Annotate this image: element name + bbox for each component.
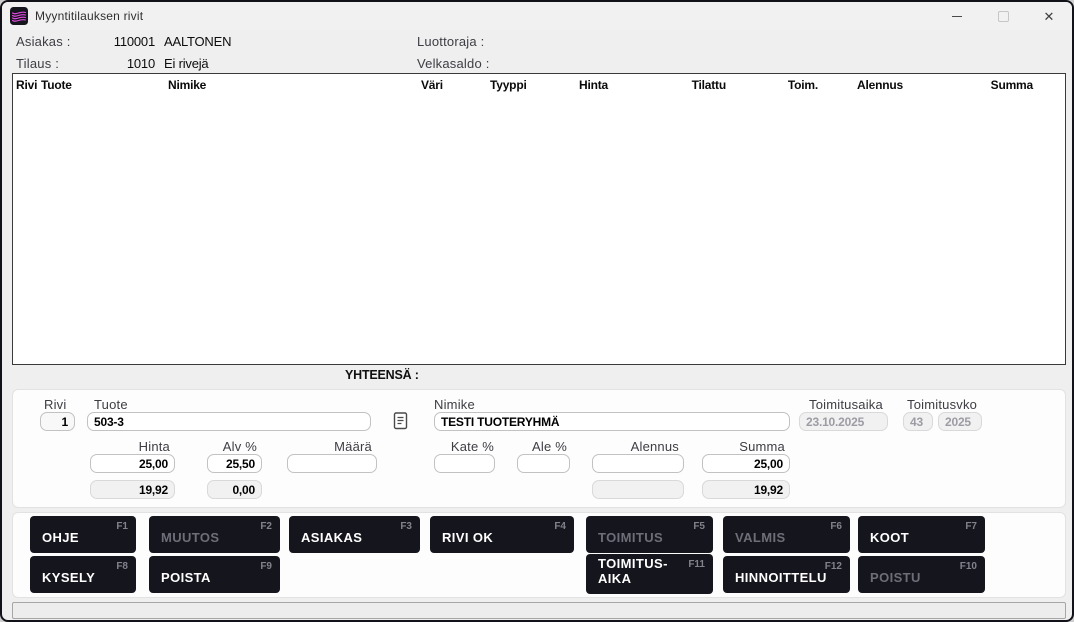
col-tyyppi: Tyyppi: [490, 78, 527, 92]
alennus-label: Alennus: [592, 439, 684, 454]
valmis-button[interactable]: VALMISF6: [723, 516, 850, 553]
tuote-label: Tuote: [94, 397, 128, 412]
maximize-button[interactable]: [980, 2, 1026, 30]
rivi-label: Rivi: [44, 397, 66, 412]
col-tuote: Tuote: [41, 78, 72, 92]
ale-label: Ale %: [507, 439, 572, 454]
asiakas-button[interactable]: ASIAKASF3: [289, 516, 420, 553]
toimitusvko-week-field[interactable]: 43: [903, 412, 933, 431]
maara-field[interactable]: [287, 454, 377, 473]
col-tilattu: Tilattu: [641, 78, 726, 92]
close-button[interactable]: ✕: [1026, 2, 1072, 30]
ohje-button[interactable]: OHJEF1: [30, 516, 136, 553]
toimitusvko-year-field[interactable]: 2025: [938, 412, 982, 431]
order-lines-table: Rivi Tuote Nimike Väri Tyyppi Hinta Tila…: [12, 73, 1066, 365]
credit-limit-label: Luottoraja :: [417, 34, 484, 49]
toimitusaika-label: Toimitusaika: [809, 397, 883, 412]
close-icon: ✕: [1044, 10, 1055, 23]
hinnoittelu-button[interactable]: HINNOITTELUF12: [723, 556, 850, 593]
app-logo-icon: [10, 7, 28, 25]
toimitus-button[interactable]: TOIMITUSF5: [586, 516, 713, 553]
maara-label: Määrä: [287, 439, 377, 454]
hinta-label: Hinta: [90, 439, 175, 454]
rivi-field[interactable]: 1: [40, 412, 75, 431]
summa-field[interactable]: 25,00: [702, 454, 790, 473]
alennus-field[interactable]: [592, 454, 684, 473]
muutos-button[interactable]: MUUTOSF2: [149, 516, 280, 553]
debt-balance-label: Velkasaldo :: [417, 56, 490, 71]
col-nimike: Nimike: [168, 78, 206, 92]
kate-label: Kate %: [424, 439, 499, 454]
col-vari: Väri: [421, 78, 443, 92]
col-alennus: Alennus: [818, 78, 903, 92]
toimitusaika-field[interactable]: 23.10.2025: [799, 412, 888, 431]
rivi-ok-button[interactable]: RIVI OKF4: [430, 516, 574, 553]
col-toim: Toim.: [733, 78, 818, 92]
titlebar: Myyntitilauksen rivit ✕: [2, 2, 1072, 30]
alv-label: Alv %: [187, 439, 262, 454]
col-summa: Summa: [948, 78, 1033, 92]
total-label: YHTEENSÄ :: [345, 368, 419, 382]
summa-net-field: 19,92: [702, 480, 790, 499]
nimike-field[interactable]: TESTI TUOTERYHMÄ: [434, 412, 790, 431]
customer-number: 110001: [87, 34, 155, 49]
alennus-net-field: [592, 480, 684, 499]
toimitusvko-label: Toimitusvko: [907, 397, 977, 412]
order-status-text: Ei rivejä: [164, 56, 208, 71]
koot-button[interactable]: KOOTF7: [858, 516, 985, 553]
toimitusaika-button[interactable]: TOIMITUS-AIKAF11: [586, 554, 713, 594]
kate-field[interactable]: [434, 454, 495, 473]
window-title: Myyntitilauksen rivit: [35, 9, 143, 23]
poista-button[interactable]: POISTAF9: [149, 556, 280, 593]
ale-field[interactable]: [517, 454, 570, 473]
alv-net-field: 0,00: [207, 480, 262, 499]
kysely-button[interactable]: KYSELYF8: [30, 556, 136, 593]
status-bar: [12, 602, 1066, 619]
alv-field[interactable]: 25,50: [207, 454, 262, 473]
poistu-button[interactable]: POISTUF10: [858, 556, 985, 593]
minimize-button[interactable]: [934, 2, 980, 30]
nimike-label: Nimike: [434, 397, 475, 412]
customer-name: AALTONEN: [164, 34, 231, 49]
minimize-icon: [952, 16, 962, 17]
order-number: 1010: [87, 56, 155, 71]
hinta-field[interactable]: 25,00: [90, 454, 175, 473]
sales-order-lines-window: Myyntitilauksen rivit ✕ Asiakas : 110001…: [0, 0, 1074, 622]
maximize-icon: [998, 11, 1009, 22]
order-label: Tilaus :: [16, 56, 59, 71]
document-icon[interactable]: [393, 412, 408, 430]
col-rivi: Rivi: [16, 78, 37, 92]
customer-label: Asiakas :: [16, 34, 71, 49]
hinta-net-field: 19,92: [90, 480, 175, 499]
tuote-field[interactable]: 503-3: [87, 412, 371, 431]
col-hinta: Hinta: [523, 78, 608, 92]
summa-label: Summa: [702, 439, 790, 454]
